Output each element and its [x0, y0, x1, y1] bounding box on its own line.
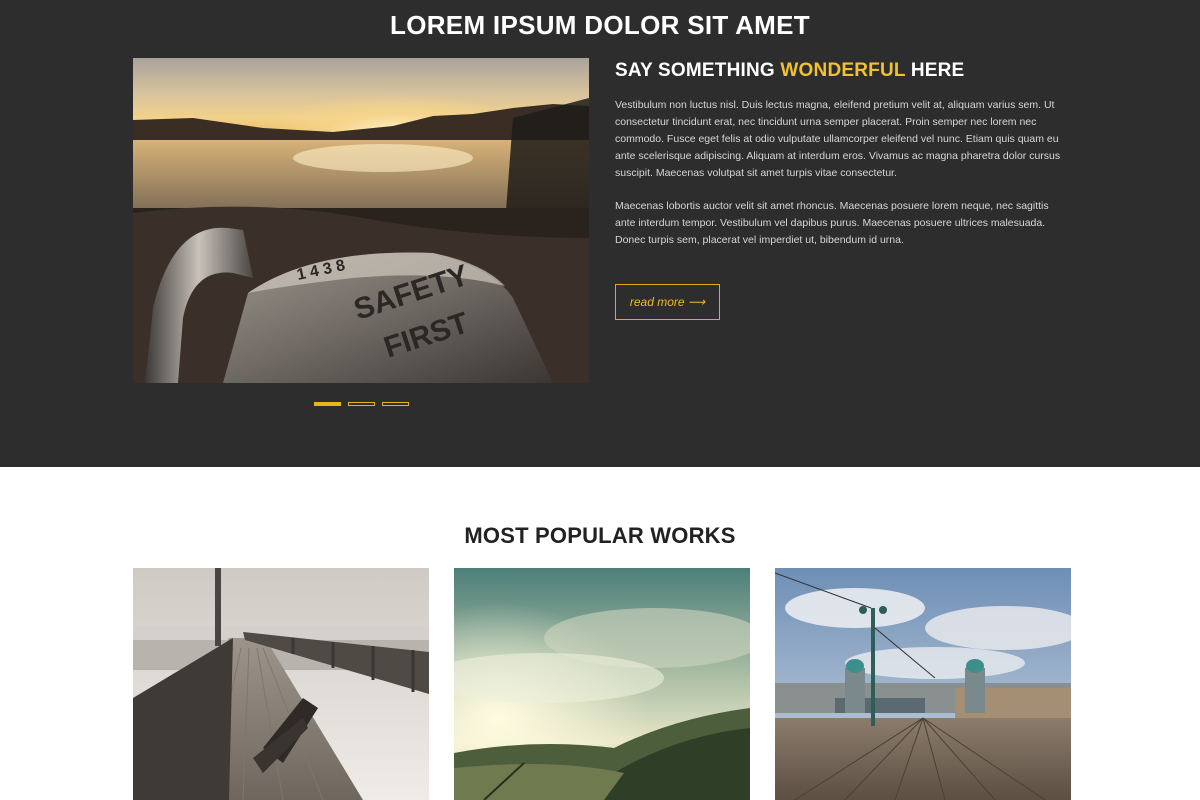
- slider-pagination: [314, 402, 409, 406]
- hero-heading: SAY SOMETHING WONDERFUL HERE: [615, 58, 1071, 84]
- hero-paragraph-2: Maecenas lobortis auctor velit sit amet …: [615, 200, 1049, 246]
- boardwalk-lamps-photo: [775, 568, 1071, 800]
- slider-dot-3[interactable]: [382, 402, 409, 406]
- work-item-pier[interactable]: [133, 568, 429, 800]
- hero-heading-part1: SAY SOMETHING: [615, 60, 781, 81]
- hero-text-block: SAY SOMETHING WONDERFUL HERE Vestibulum …: [615, 58, 1071, 320]
- hero-paragraph-1: Vestibulum non luctus nisl. Duis lectus …: [615, 99, 1061, 179]
- work-item-boardwalk[interactable]: [775, 568, 1071, 800]
- cloudy-valley-photo: [454, 568, 750, 800]
- hero-slide-image: 1 4 3 8 SAFETY FIRST: [133, 58, 589, 383]
- works-title: MOST POPULAR WORKS: [464, 523, 736, 548]
- slider-dot-2[interactable]: [348, 402, 375, 406]
- hero-title: LOREM IPSUM DOLOR SIT AMET: [390, 10, 810, 40]
- work-item-valley[interactable]: [454, 568, 750, 800]
- read-more-button[interactable]: read more ⟶: [615, 284, 720, 320]
- padlock-sunset-image: 1 4 3 8 SAFETY FIRST: [133, 58, 589, 383]
- slider-dot-1[interactable]: [314, 402, 341, 406]
- hero-heading-part2: HERE: [905, 60, 965, 81]
- hero-section: LOREM IPSUM DOLOR SIT AMET 1 4 3 8 SAFET…: [0, 0, 1200, 467]
- pier-bench-photo: [133, 568, 429, 800]
- popular-works-section: MOST POPULAR WORKS: [0, 467, 1200, 800]
- hero-heading-accent: WONDERFUL: [780, 60, 906, 81]
